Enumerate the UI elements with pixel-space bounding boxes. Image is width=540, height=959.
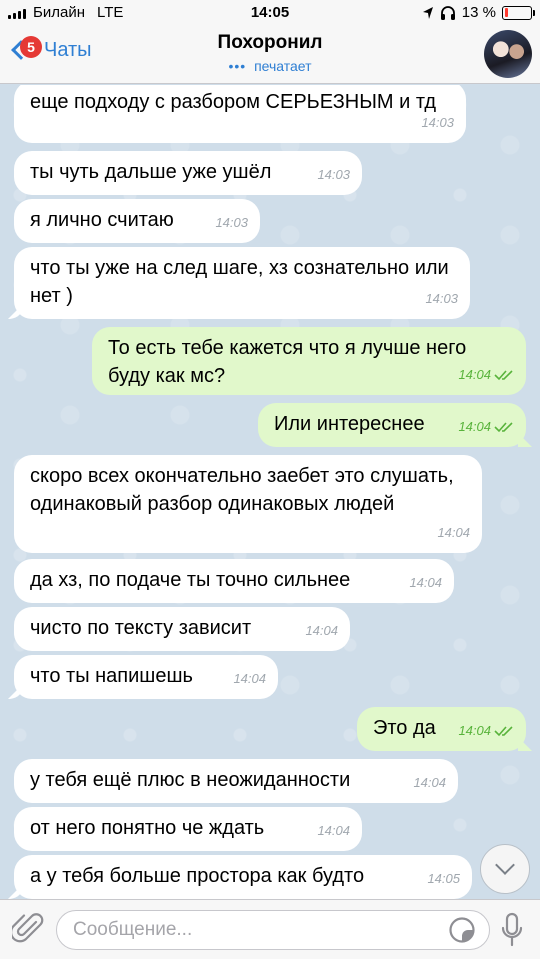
message-text: Или интереснее: [274, 413, 425, 435]
message-bubble[interactable]: от него понятно че ждать 14:04: [14, 807, 362, 851]
battery-level: [504, 8, 508, 17]
message-time-label: 14:03: [421, 115, 454, 130]
message-time: 14:04: [409, 569, 442, 597]
message-time-label: 14:04: [437, 525, 470, 540]
message-time-label: 14:04: [317, 823, 350, 838]
message-bubble[interactable]: а у тебя больше простора как будто 14:05: [14, 855, 472, 899]
message-bubble[interactable]: скоро всех окончательно заебет это слуша…: [14, 455, 482, 553]
message-bubble[interactable]: что ты напишешь 14:04: [14, 655, 278, 699]
message-bubble[interactable]: еще подходу с разбором СЕРЬЕЗНЫМ и тд 14…: [14, 85, 466, 143]
message-time-label: 14:03: [215, 215, 248, 230]
message-time: 14:04: [458, 413, 514, 441]
scroll-down-button[interactable]: [480, 844, 530, 894]
message-time: 14:04: [458, 361, 514, 389]
microphone-icon[interactable]: [500, 912, 524, 948]
message-time: 14:05: [427, 865, 460, 893]
message-time-label: 14:03: [425, 291, 458, 306]
message-time: 14:03: [425, 285, 458, 313]
chat-header: 5 Чаты Похоронил ••• печатает: [0, 26, 540, 84]
message-bubble[interactable]: ты чуть дальше уже ушёл 14:03: [14, 151, 362, 195]
paperclip-icon[interactable]: [12, 912, 44, 946]
message-time-label: 14:04: [458, 723, 491, 738]
message-time: 14:04: [458, 717, 514, 745]
message-time: 14:04: [233, 665, 266, 693]
message-text: Это да: [373, 717, 436, 739]
avatar[interactable]: [484, 30, 532, 78]
message-bubble[interactable]: я лично считаю 14:03: [14, 199, 260, 243]
status-right: 13 %: [422, 4, 535, 21]
typing-status: ••• печатает: [0, 58, 540, 74]
double-check-icon: [494, 422, 513, 433]
status-bar: Билайн LTE 14:05 13 %: [0, 0, 540, 26]
battery-icon: [502, 5, 535, 20]
message-bubble[interactable]: что ты уже на след шаге, хз сознательно …: [14, 247, 470, 319]
battery-percent: 13 %: [461, 4, 496, 21]
chat-title[interactable]: Похоронил: [0, 32, 540, 54]
message-time: 14:03: [215, 209, 248, 237]
chevron-down-icon: [495, 855, 515, 875]
message-bubble[interactable]: у тебя ещё плюс в неожиданности 14:04: [14, 759, 458, 803]
message-text: а у тебя больше простора как будто: [30, 865, 365, 887]
message-text: я лично считаю: [30, 209, 174, 231]
message-bubble[interactable]: да хз, по подаче ты точно сильнее 14:04: [14, 559, 454, 603]
message-text: чисто по тексту зависит: [30, 617, 252, 639]
message-text: да хз, по подаче ты точно сильнее: [30, 569, 351, 591]
message-time-label: 14:04: [409, 575, 442, 590]
message-text: То есть тебе кажется что я лучше него бу…: [108, 337, 467, 387]
message-text: что ты уже на след шаге, хз сознательно …: [30, 257, 449, 307]
message-time-label: 14:04: [233, 671, 266, 686]
typing-dots-icon: •••: [228, 58, 247, 74]
message-bubble[interactable]: чисто по тексту зависит 14:04: [14, 607, 350, 651]
message-time: 14:04: [317, 817, 350, 845]
double-check-icon: [494, 726, 513, 737]
compose-bar: [0, 899, 540, 959]
message-time: 14:03: [421, 109, 454, 137]
typing-status-label: печатает: [254, 58, 312, 74]
message-time: 14:04: [413, 769, 446, 797]
message-time: 14:04: [305, 617, 338, 645]
message-time-label: 14:04: [305, 623, 338, 638]
message-bubble[interactable]: Это да 14:04: [357, 707, 526, 751]
message-text: у тебя ещё плюс в неожиданности: [30, 769, 351, 791]
message-bubble[interactable]: Или интереснее 14:04: [258, 403, 526, 447]
location-icon: [422, 6, 433, 19]
message-text: от него понятно че ждать: [30, 817, 265, 839]
sticker-icon[interactable]: [448, 916, 476, 944]
message-time: 14:03: [317, 161, 350, 189]
message-time-label: 14:04: [458, 367, 491, 382]
message-time: 14:04: [437, 519, 470, 547]
message-input[interactable]: [56, 910, 490, 950]
message-bubble[interactable]: То есть тебе кажется что я лучше него бу…: [92, 327, 526, 395]
message-time-label: 14:04: [413, 775, 446, 790]
message-text: еще подходу с разбором СЕРЬЕЗНЫМ и тд: [30, 91, 437, 113]
message-list[interactable]: еще подходу с разбором СЕРЬЕЗНЫМ и тд 14…: [0, 85, 540, 899]
message-time-label: 14:04: [458, 419, 491, 434]
headphones-icon: [440, 5, 455, 20]
double-check-icon: [494, 370, 513, 381]
message-text: скоро всех окончательно заебет это слуша…: [30, 465, 454, 515]
message-text: ты чуть дальше уже ушёл: [30, 161, 272, 183]
message-time-label: 14:05: [427, 871, 460, 886]
message-time-label: 14:03: [317, 167, 350, 182]
message-text: что ты напишешь: [30, 665, 193, 687]
